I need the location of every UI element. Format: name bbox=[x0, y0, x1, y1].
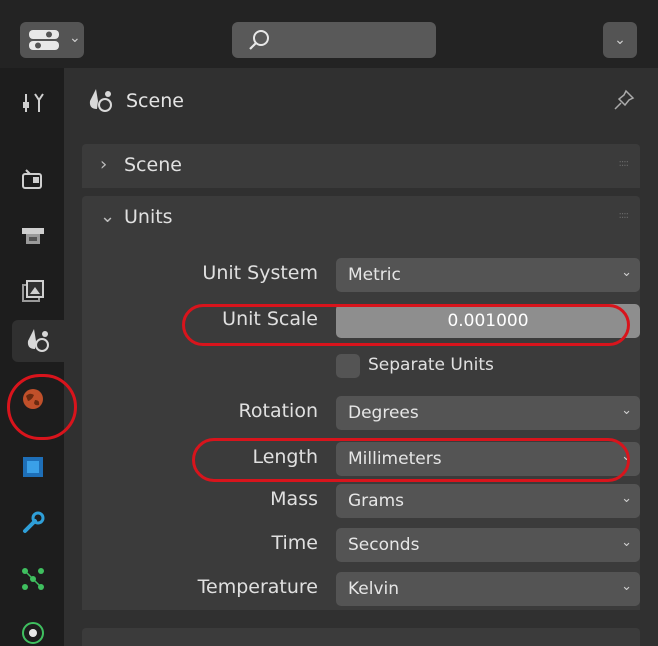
properties-header: ⌄ ⌄ bbox=[0, 0, 658, 68]
view-layer-icon bbox=[22, 280, 44, 302]
object-icon bbox=[23, 457, 43, 477]
mass-label: Mass bbox=[270, 488, 318, 510]
scene-icon bbox=[89, 89, 112, 112]
panel-scene[interactable]: › Scene :::: bbox=[82, 144, 640, 188]
rotation-dropdown[interactable]: Degrees ⌄ bbox=[336, 396, 640, 430]
rotation-label: Rotation bbox=[238, 400, 318, 422]
scene-icon bbox=[27, 329, 49, 352]
time-label: Time bbox=[271, 532, 319, 554]
chevron-down-icon: ⌄ bbox=[621, 265, 632, 280]
chevron-down-icon: ⌄ bbox=[621, 579, 632, 594]
context-title: Scene bbox=[126, 90, 184, 112]
mass-value: Grams bbox=[348, 491, 404, 511]
properties-editor-icon bbox=[29, 30, 59, 50]
pin-icon[interactable] bbox=[612, 88, 636, 112]
particles-icon bbox=[22, 568, 44, 590]
chevron-down-icon: ⌄ bbox=[621, 449, 632, 464]
time-dropdown[interactable]: Seconds ⌄ bbox=[336, 528, 640, 562]
chevron-right-icon: › bbox=[100, 154, 108, 175]
unit-scale-field[interactable]: 0.001000 bbox=[336, 304, 640, 338]
tab-output[interactable] bbox=[12, 214, 54, 256]
tab-render[interactable] bbox=[12, 158, 54, 200]
chevron-down-icon: ⌄ bbox=[621, 491, 632, 506]
unit-system-value: Metric bbox=[348, 265, 401, 285]
chevron-down-icon: ⌄ bbox=[69, 30, 81, 46]
tab-physics[interactable] bbox=[12, 612, 54, 646]
tab-modifiers[interactable] bbox=[12, 502, 54, 544]
drag-grip-icon[interactable]: :::: bbox=[619, 158, 630, 169]
tool-icon bbox=[23, 93, 44, 112]
tab-object[interactable] bbox=[12, 446, 54, 488]
chevron-down-icon: ⌄ bbox=[621, 535, 632, 550]
unit-system-label: Unit System bbox=[202, 262, 318, 284]
unit-scale-label: Unit Scale bbox=[222, 308, 318, 330]
properties-content: Scene › Scene :::: ⌄ Units :::: Unit Sys… bbox=[64, 68, 658, 646]
length-label: Length bbox=[252, 446, 318, 468]
wrench-icon bbox=[23, 511, 45, 533]
panel-next-collapsed[interactable] bbox=[82, 628, 640, 646]
length-value: Millimeters bbox=[348, 449, 442, 469]
temperature-label: Temperature bbox=[197, 576, 318, 598]
tab-view-layer[interactable] bbox=[12, 270, 54, 312]
tab-world[interactable] bbox=[12, 378, 54, 420]
length-dropdown[interactable]: Millimeters ⌄ bbox=[336, 442, 640, 476]
physics-icon bbox=[22, 622, 44, 644]
search-field[interactable] bbox=[232, 22, 436, 58]
units-panel-body: Unit System Metric ⌄ Unit Scale 0.001000… bbox=[82, 240, 640, 610]
editor-type-button[interactable]: ⌄ bbox=[20, 22, 84, 58]
rotation-value: Degrees bbox=[348, 403, 419, 423]
properties-tab-strip bbox=[0, 68, 77, 646]
panel-units[interactable]: ⌄ Units :::: bbox=[82, 196, 640, 240]
mass-dropdown[interactable]: Grams ⌄ bbox=[336, 484, 640, 518]
tab-tool[interactable] bbox=[12, 82, 54, 124]
drag-grip-icon[interactable]: :::: bbox=[619, 210, 630, 221]
panel-scene-label: Scene bbox=[124, 154, 182, 176]
unit-system-dropdown[interactable]: Metric ⌄ bbox=[336, 258, 640, 292]
temperature-value: Kelvin bbox=[348, 579, 400, 599]
chevron-down-icon: ⌄ bbox=[100, 206, 116, 227]
panel-units-label: Units bbox=[124, 206, 173, 228]
chevron-down-icon: ⌄ bbox=[621, 403, 632, 418]
tab-particles[interactable] bbox=[12, 558, 54, 600]
separate-units-label: Separate Units bbox=[368, 355, 494, 375]
search-icon bbox=[249, 30, 269, 50]
context-header: Scene bbox=[64, 82, 658, 122]
separate-units-checkbox[interactable] bbox=[336, 354, 360, 378]
output-icon bbox=[22, 228, 44, 244]
time-value: Seconds bbox=[348, 535, 420, 555]
options-dropdown[interactable]: ⌄ bbox=[603, 22, 637, 58]
temperature-dropdown[interactable]: Kelvin ⌄ bbox=[336, 572, 640, 606]
render-icon bbox=[22, 169, 42, 189]
world-icon bbox=[23, 389, 43, 409]
tab-scene[interactable] bbox=[12, 320, 64, 362]
